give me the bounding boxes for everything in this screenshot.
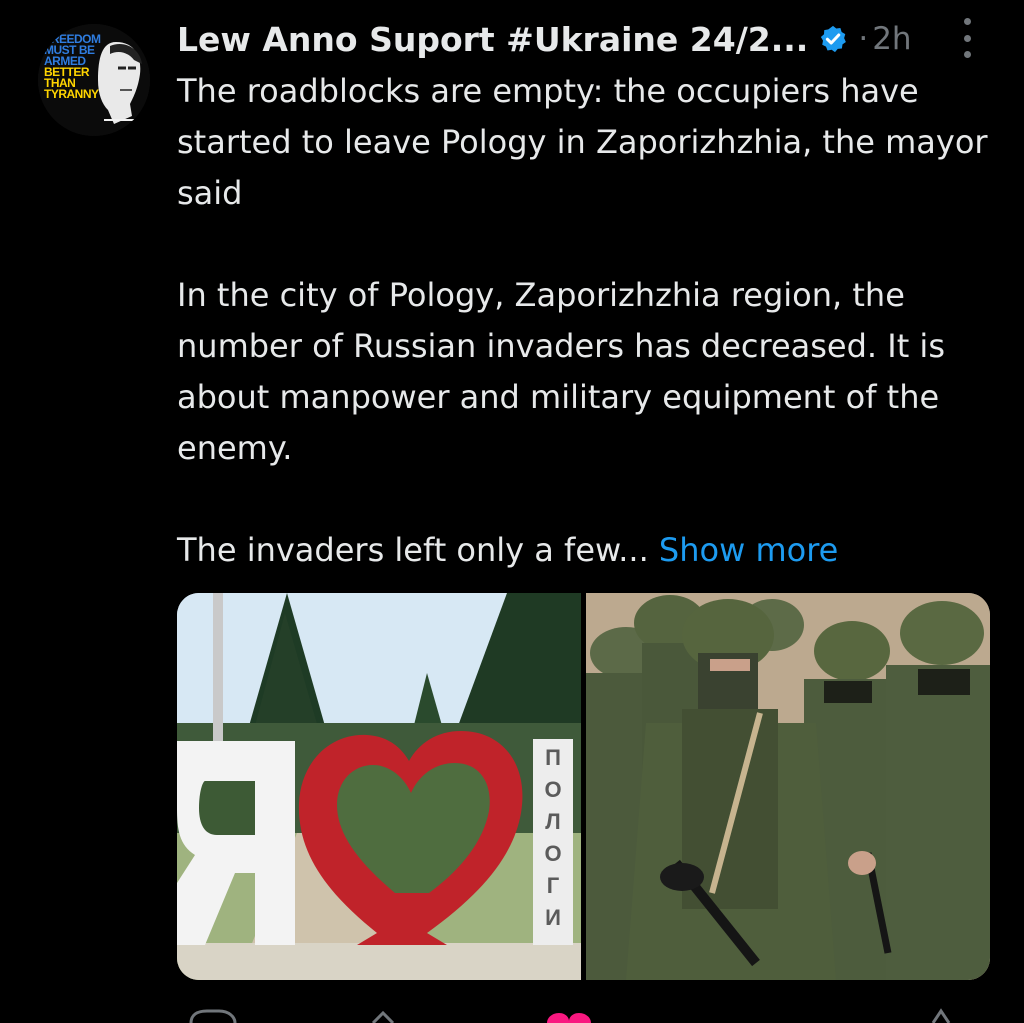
tweet-paragraph-truncated: The invaders left only a few... Show mor… (177, 525, 1007, 576)
show-more-link[interactable]: Show more (659, 531, 838, 569)
soldiers-illustration (586, 593, 990, 980)
tweet-paragraph: The invaders left only a few... (177, 531, 649, 569)
tweet-text: The roadblocks are empty: the occupiers … (177, 66, 1007, 576)
repost-icon[interactable] (371, 1010, 395, 1023)
sign-letter: О (544, 841, 561, 866)
sign-letter: Л (545, 809, 560, 834)
sign-letter: П (545, 745, 561, 770)
more-options-icon[interactable] (950, 18, 984, 58)
media-grid: П О Л О Г И (177, 593, 990, 980)
tweet-paragraph: The roadblocks are empty: the occupiers … (177, 72, 988, 212)
sign-letter: И (545, 905, 561, 930)
share-icon[interactable] (931, 1008, 951, 1023)
photo-pology-heart-sign[interactable]: П О Л О Г И (177, 593, 581, 980)
author-name[interactable]: Lew Anno Suport #Ukraine 24/2... (177, 20, 808, 59)
time-separator: · (858, 21, 869, 57)
tweet-header: Lew Anno Suport #Ukraine 24/2... · 2h (177, 14, 977, 64)
timestamp[interactable]: 2h (872, 21, 911, 57)
avatar-slogan: FREEDOM MUST BE ARMED BETTER THAN TYRANN… (44, 32, 101, 101)
like-icon[interactable] (547, 1013, 591, 1023)
reply-icon[interactable] (189, 1009, 237, 1023)
tweet-paragraph: In the city of Pology, Zaporizhzhia regi… (177, 276, 945, 467)
tweet[interactable]: FREEDOM MUST BE ARMED BETTER THAN TYRANN… (0, 0, 1024, 1023)
sign-letter: О (544, 777, 561, 802)
sign-letter: Г (547, 873, 560, 898)
action-bar (177, 1005, 977, 1023)
avatar[interactable]: FREEDOM MUST BE ARMED BETTER THAN TYRANN… (38, 24, 150, 136)
photo-soldiers[interactable] (586, 593, 990, 980)
heart-sign-illustration: П О Л О Г И (177, 593, 581, 980)
verified-badge-icon[interactable] (818, 24, 848, 54)
